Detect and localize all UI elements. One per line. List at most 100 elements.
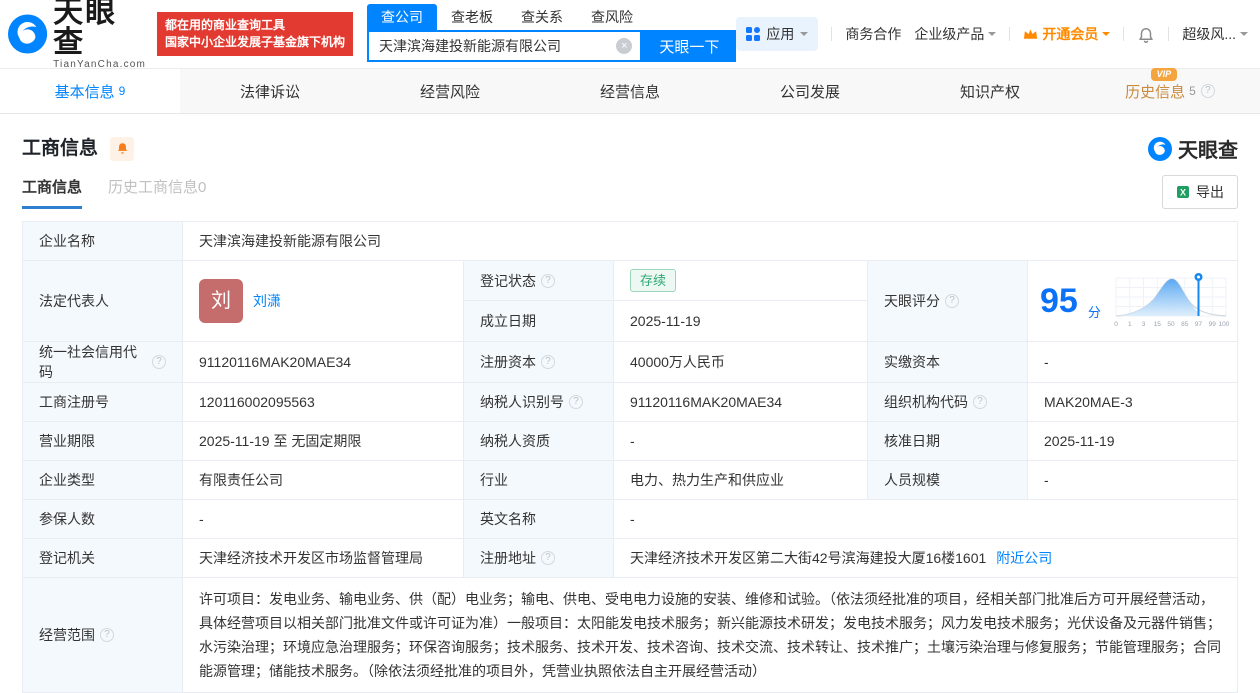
legal-rep-name-link[interactable]: 刘潇 [253, 291, 281, 311]
org-code-label-text: 组织机构代码 [884, 394, 968, 410]
enterprise-product-link[interactable]: 企业级产品 [914, 24, 997, 44]
tab-company-development-label: 公司发展 [779, 83, 840, 101]
apps-button[interactable]: 应用 [736, 17, 819, 51]
field-value-scope: 许可项目：发电业务、输电业务、供（配）电业务；输电、供电、受电电力设施的安装、维… [199, 591, 1221, 679]
table-row: 法定代表人 刘 刘潇 登记状态 ? 存续 成立日期 2025-11-19 天眼评… [23, 261, 1237, 342]
svg-text:X: X [1180, 188, 1186, 198]
help-icon[interactable]: ? [945, 294, 959, 308]
status-badge: 存续 [630, 269, 677, 292]
field-label-legal-rep: 法定代表人 [23, 261, 183, 341]
table-row: 登记机关 天津经济技术开发区市场监督管理局 注册地址 ? 天津经济技术开发区第二… [23, 539, 1237, 578]
slogan-line1: 都在用的商业查询工具 [164, 18, 285, 32]
field-label-industry: 行业 [464, 461, 614, 499]
business-info-table: 企业名称 天津滨海建投新能源有限公司 法定代表人 刘 刘潇 登记状态 ? 存续 … [22, 221, 1238, 693]
tab-basic-info[interactable]: 基本信息 9 [0, 69, 180, 113]
tab-company-development[interactable]: 公司发展 [720, 69, 900, 113]
tab-operation-info-label: 经营信息 [599, 83, 660, 101]
divider [1009, 27, 1011, 41]
open-member-button[interactable]: 开通会员 [1023, 24, 1111, 44]
tab-history-info[interactable]: 历史信息 VIP 5 ? [1080, 67, 1260, 113]
subtab-business-info[interactable]: 工商信息 [22, 176, 83, 209]
field-label-approve-date: 核准日期 [868, 422, 1028, 460]
field-value-insured: - [183, 500, 464, 538]
svg-text:15: 15 [1153, 321, 1161, 328]
svg-text:99: 99 [1208, 321, 1216, 328]
help-icon[interactable]: ? [152, 355, 166, 369]
table-row: 企业类型 有限责任公司 行业 电力、热力生产和供应业 人员规模 - [23, 461, 1237, 500]
tab-operation-risk[interactable]: 经营风险 [360, 69, 540, 113]
svg-text:1: 1 [1128, 321, 1132, 328]
field-label-org-code: 组织机构代码 ? [868, 383, 1028, 421]
help-icon[interactable]: ? [541, 273, 555, 288]
search-tab-company[interactable]: 查公司 [366, 4, 437, 30]
super-risk-label: 超级风... [1182, 26, 1236, 42]
tab-legal-litigation[interactable]: 法律诉讼 [180, 69, 360, 113]
table-row: 统一社会信用代码 ? 91120116MAK20MAE34 注册资本 ? 400… [23, 342, 1237, 383]
brand-logo-icon [1148, 136, 1172, 161]
open-member-label: 开通会员 [1042, 26, 1099, 42]
subscribe-bell-icon[interactable] [110, 136, 135, 161]
tab-basic-info-count: 9 [118, 84, 126, 98]
help-icon[interactable]: ? [1200, 84, 1215, 98]
field-value-est-date: 2025-11-19 [614, 301, 868, 341]
field-value-reg-status: 存续 [614, 261, 868, 301]
tab-history-info-label: 历史信息 [1125, 83, 1186, 101]
search-tab-relation[interactable]: 查关系 [507, 4, 577, 30]
nearby-companies-link[interactable]: 附近公司 [996, 548, 1052, 568]
table-row: 营业期限 2025-11-19 至 无固定期限 纳税人资质 - 核准日期 202… [23, 422, 1237, 461]
tab-basic-info-label: 基本信息 [54, 83, 115, 101]
score-value: 95 [1040, 282, 1078, 320]
field-label-insured: 参保人数 [23, 500, 183, 538]
divider [831, 27, 833, 41]
reg-status-label-text: 登记状态 [480, 272, 536, 289]
chevron-down-icon [988, 32, 997, 40]
field-value-staff-size: - [1044, 472, 1049, 488]
field-value-company-type: 有限责任公司 [183, 461, 464, 499]
help-icon[interactable]: ? [541, 355, 555, 369]
field-value-reg-number: 120116002095563 [183, 383, 464, 421]
table-row: 参保人数 - 英文名称 - [23, 500, 1237, 539]
field-label-authority: 登记机关 [23, 539, 183, 577]
avatar[interactable]: 刘 [199, 279, 243, 323]
vip-badge: VIP [1150, 67, 1178, 81]
field-label-taxpayer-quality: 纳税人资质 [464, 422, 614, 460]
help-icon[interactable]: ? [541, 551, 555, 565]
tab-operation-risk-label: 经营风险 [419, 83, 480, 101]
field-label-reg-capital: 注册资本 ? [464, 342, 614, 382]
company-nav-tabs: 基本信息 9 法律诉讼 经营风险 经营信息 公司发展 知识产权 历史信息 VIP… [0, 67, 1260, 114]
chevron-down-icon [1240, 32, 1248, 40]
field-label-est-date: 成立日期 [464, 301, 614, 341]
field-label-scope: 经营范围 ? [23, 578, 183, 692]
field-label-company-name: 企业名称 [23, 222, 183, 260]
search-button[interactable]: 天眼一下 [642, 30, 737, 62]
search-tab-risk[interactable]: 查风险 [577, 4, 647, 30]
super-risk-link[interactable]: 超级风... [1182, 24, 1248, 44]
notification-bell-icon[interactable] [1137, 25, 1155, 43]
field-value-credit-code: 91120116MAK20MAE34 [183, 342, 464, 382]
apps-label: 应用 [766, 26, 795, 42]
tianyancha-logo[interactable]: 天眼查 TianYanCha.com [8, 0, 147, 70]
clear-icon[interactable]: × [616, 38, 633, 54]
table-row: 工商注册号 120116002095563 纳税人识别号 ? 91120116M… [23, 383, 1237, 422]
svg-text:50: 50 [1167, 321, 1175, 328]
tab-intellectual-property[interactable]: 知识产权 [900, 69, 1080, 113]
field-label-paid-capital: 实缴资本 [868, 342, 1028, 382]
help-icon[interactable]: ? [973, 395, 987, 409]
excel-icon: X [1177, 186, 1189, 198]
address-text: 天津经济技术开发区第二大街42号滨海建投大厦16楼1601 [630, 550, 987, 566]
help-icon[interactable]: ? [569, 395, 583, 409]
field-value-score: 95 分 0 1 3 15 50 85 97 99 100 [1028, 261, 1237, 341]
help-icon[interactable]: ? [100, 628, 114, 642]
field-value-company-name: 天津滨海建投新能源有限公司 [199, 233, 381, 249]
business-cooperation-link[interactable]: 商务合作 [845, 24, 901, 44]
chevron-down-icon [800, 32, 809, 40]
subtab-history-business-info[interactable]: 历史工商信息0 [108, 176, 206, 209]
export-button[interactable]: X 导出 [1162, 175, 1238, 209]
section-title: 工商信息 [22, 137, 99, 159]
search-input[interactable] [378, 38, 617, 54]
reg-capital-label-text: 注册资本 [480, 354, 536, 370]
field-value-authority: 天津经济技术开发区市场监督管理局 [183, 539, 464, 577]
field-value-term: 2025-11-19 至 无固定期限 [183, 422, 464, 460]
search-tab-boss[interactable]: 查老板 [437, 4, 507, 30]
tab-operation-info[interactable]: 经营信息 [540, 69, 720, 113]
